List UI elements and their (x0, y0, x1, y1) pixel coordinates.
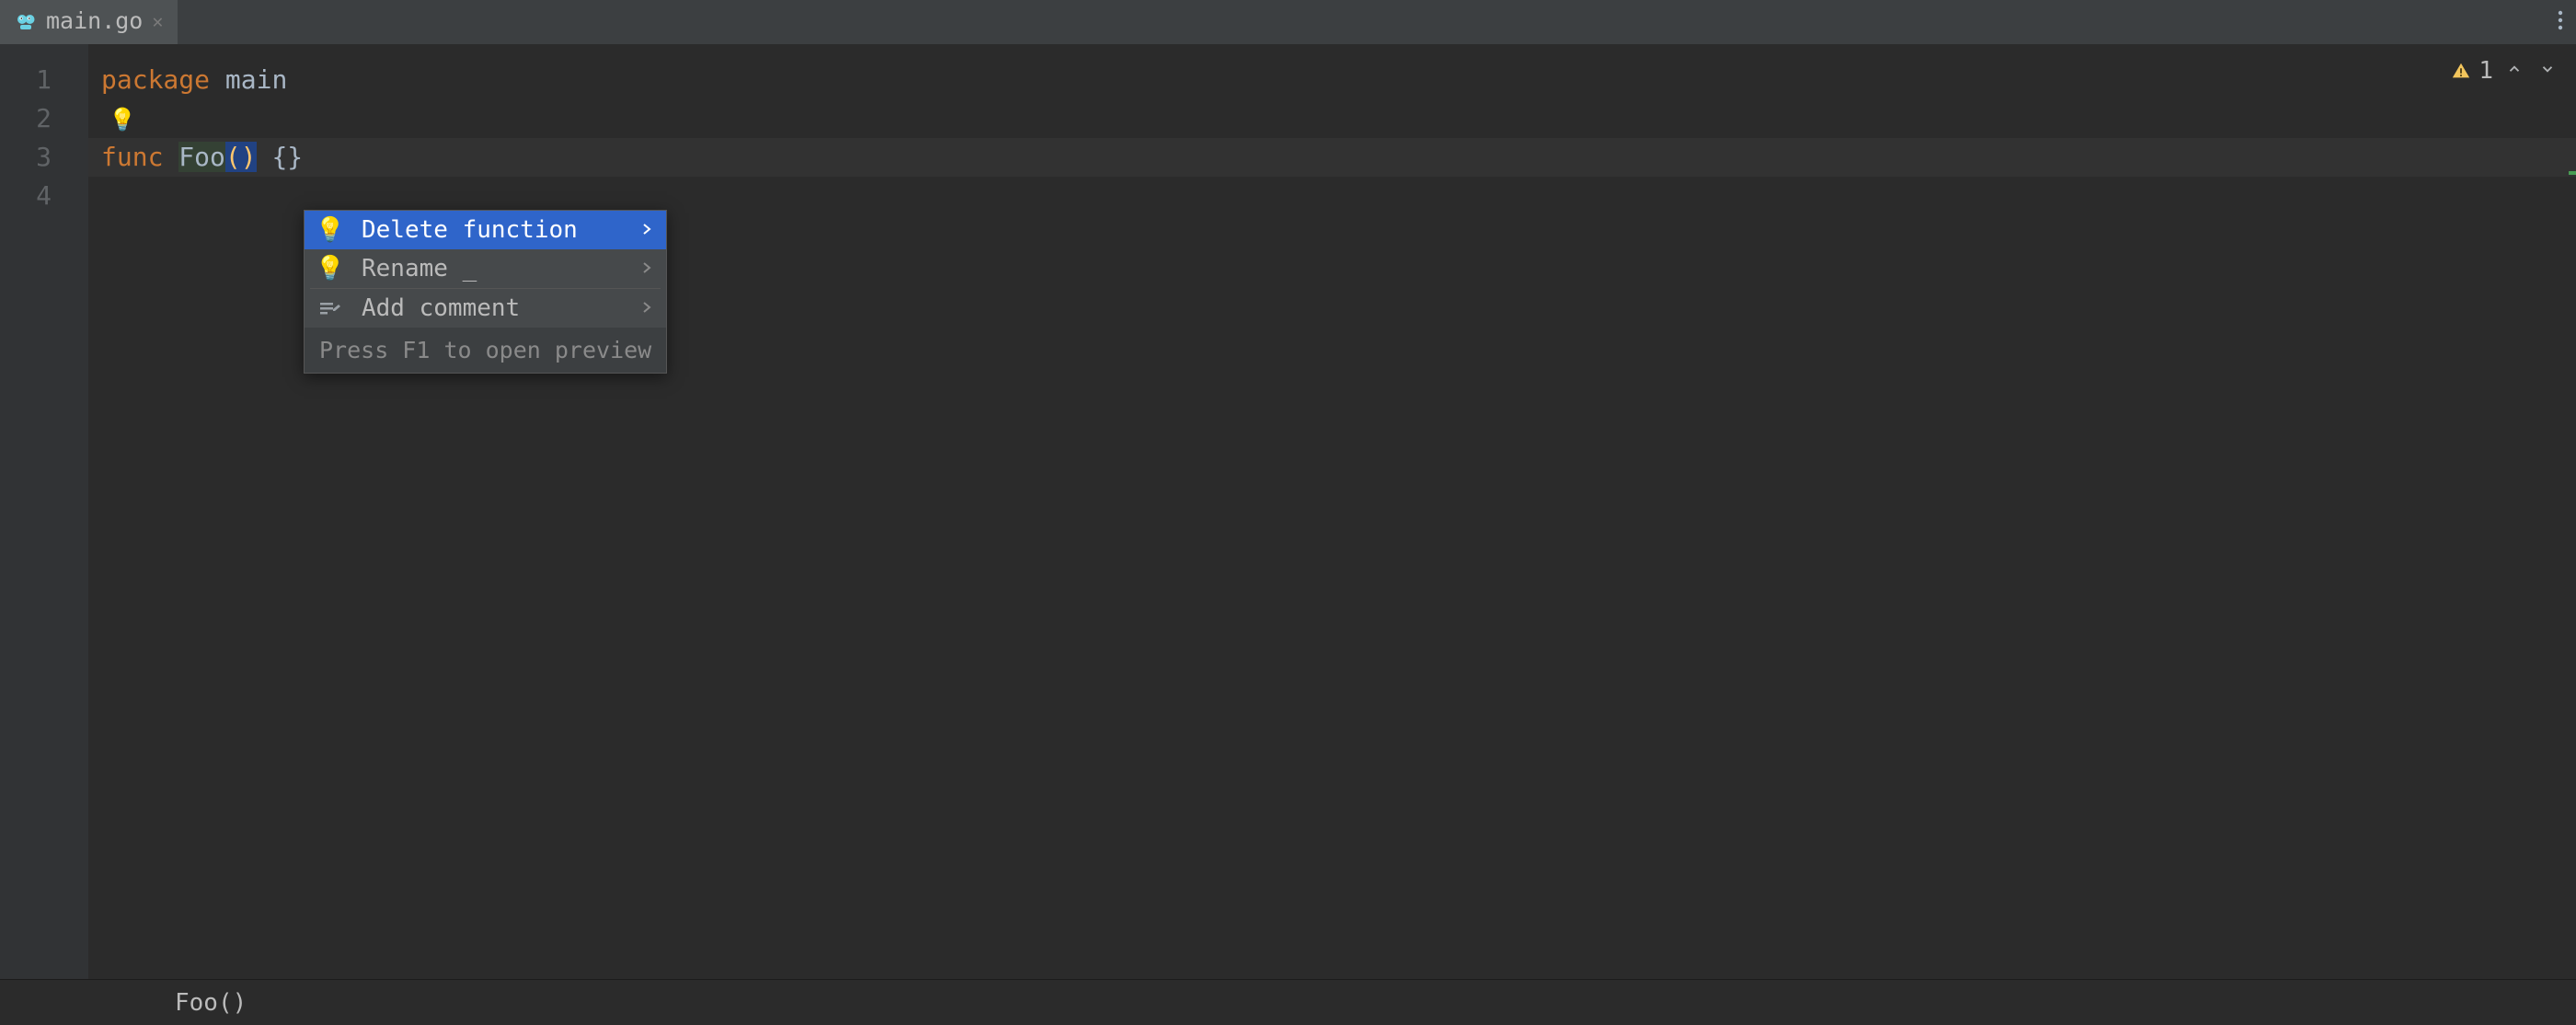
go-file-icon (15, 10, 37, 32)
warning-count-value: 1 (2478, 57, 2493, 85)
parens: () (225, 142, 257, 172)
more-menu-icon[interactable] (2558, 9, 2563, 35)
editor[interactable]: 1 2 3 4 package main 💡 func Foo() {} 1 (0, 44, 2576, 979)
tabs: main.go ✕ (0, 0, 178, 44)
code-line-1[interactable]: package main (88, 61, 2576, 99)
intention-label: Delete function (362, 216, 622, 244)
bulb-icon: 💡 (319, 255, 341, 282)
breadcrumb-bar: Foo() (0, 979, 2576, 1025)
tab-bar: main.go ✕ (0, 0, 2576, 44)
line-number: 3 (0, 138, 88, 177)
gutter: 1 2 3 4 (0, 44, 88, 979)
breadcrumb-item[interactable]: Foo() (175, 989, 247, 1017)
chevron-up-icon[interactable] (2502, 60, 2526, 83)
intention-footer: Press F1 to open preview (305, 328, 666, 373)
intention-delete-function[interactable]: 💡 Delete function (305, 211, 666, 249)
warning-count[interactable]: 1 (2451, 57, 2493, 85)
chevron-down-icon[interactable] (2536, 60, 2559, 83)
line-number: 4 (0, 177, 88, 215)
code-line-2[interactable]: 💡 (88, 99, 2576, 138)
chevron-right-icon (642, 299, 651, 318)
intention-rename[interactable]: 💡 Rename _ (305, 249, 666, 288)
tab-main-go[interactable]: main.go ✕ (0, 0, 178, 44)
func-name-foo: Foo (178, 142, 225, 172)
chevron-right-icon (642, 221, 651, 240)
bulb-icon: 💡 (319, 216, 341, 244)
comment-icon (319, 301, 341, 316)
intention-label: Add comment (362, 294, 622, 322)
warning-icon (2451, 61, 2471, 81)
line-number: 2 (0, 99, 88, 138)
intention-add-comment[interactable]: Add comment (305, 289, 666, 328)
tab-label: main.go (46, 7, 143, 34)
chevron-right-icon (642, 259, 651, 279)
marker-stripe[interactable] (2569, 171, 2576, 175)
identifier-main: main (225, 64, 287, 95)
code-area[interactable]: package main 💡 func Foo() {} 1 (88, 44, 2576, 979)
keyword-package: package (101, 64, 210, 95)
code-line-3[interactable]: func Foo() {} (88, 138, 2576, 177)
keyword-func: func (101, 142, 163, 172)
inspections-widget[interactable]: 1 (2451, 57, 2559, 85)
intention-actions-popup: 💡 Delete function 💡 Rename _ (304, 210, 667, 374)
intention-bulb-icon[interactable]: 💡 (101, 107, 136, 132)
braces: {} (271, 142, 303, 172)
close-icon[interactable]: ✕ (152, 10, 163, 32)
intention-label: Rename _ (362, 255, 622, 282)
line-number: 1 (0, 61, 88, 99)
